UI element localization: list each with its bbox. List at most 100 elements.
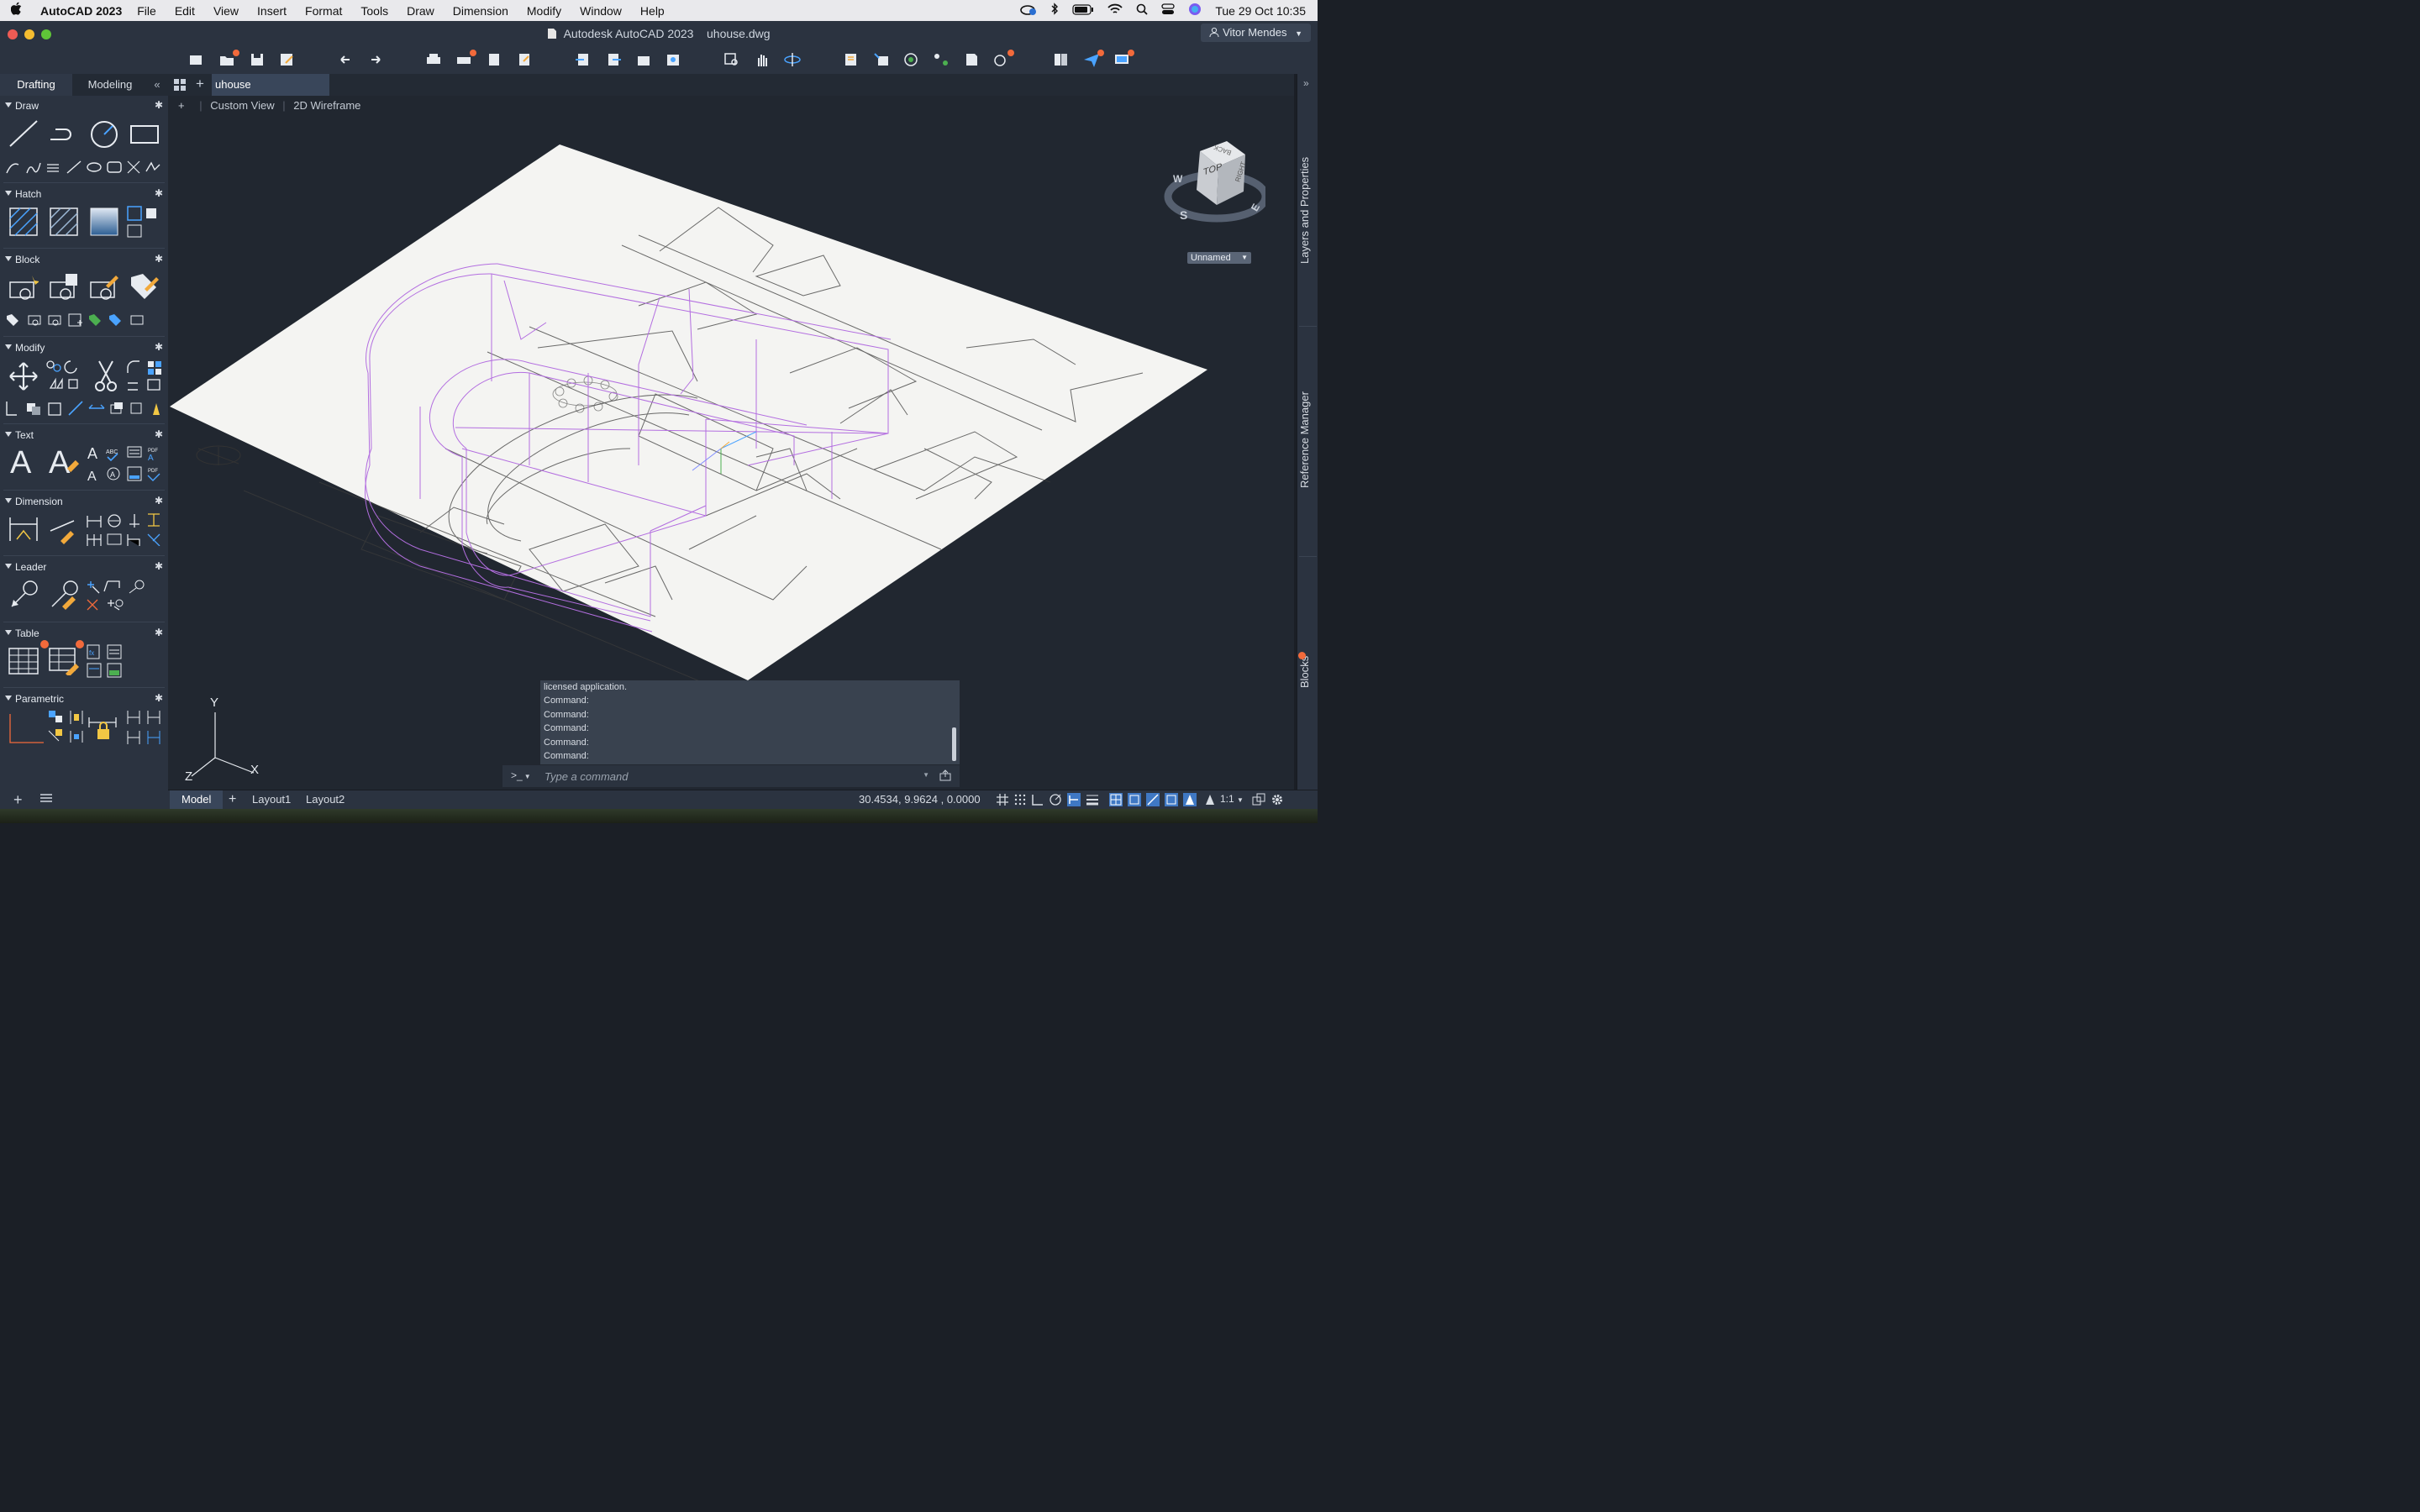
gear-icon[interactable]: ✱	[155, 560, 163, 572]
menu-view[interactable]: View	[213, 4, 239, 18]
attach-button[interactable]	[634, 51, 653, 68]
object-snap-tracking-icon[interactable]	[1067, 793, 1081, 806]
view-control-button[interactable]: Custom View	[210, 99, 274, 112]
share-command-icon[interactable]	[939, 769, 951, 785]
control-center-icon[interactable]	[1161, 3, 1175, 18]
create-block-icon[interactable]	[49, 272, 79, 302]
gear-icon[interactable]: ✱	[155, 99, 163, 111]
send-button[interactable]	[1082, 50, 1104, 68]
section-leader[interactable]: Leader ✱	[0, 559, 168, 575]
multileader-style-icon[interactable]	[49, 580, 79, 610]
save-button[interactable]	[248, 51, 266, 68]
import-button[interactable]	[574, 51, 592, 68]
gear-icon[interactable]: ✱	[155, 428, 163, 440]
menu-file[interactable]: File	[137, 4, 156, 18]
snap-icon[interactable]	[1013, 793, 1027, 806]
table-style-icon[interactable]	[49, 640, 84, 675]
new-drawing-button[interactable]	[187, 51, 205, 68]
save-as-button[interactable]	[277, 51, 296, 68]
gear-icon[interactable]: ✱	[155, 341, 163, 353]
section-hatch[interactable]: Hatch ✱	[0, 186, 168, 202]
menu-draw[interactable]: Draw	[407, 4, 434, 18]
zoom-window-tool-button[interactable]	[723, 51, 741, 68]
compare-button[interactable]	[992, 50, 1014, 68]
battery-icon[interactable]	[1072, 3, 1094, 18]
table-tool-icon[interactable]	[8, 640, 49, 675]
user-account-button[interactable]: Vitor Mendes ▼	[1201, 24, 1311, 42]
compass-west-label[interactable]: W	[1173, 173, 1182, 185]
sheet-set-button[interactable]	[1051, 51, 1070, 68]
layer-properties-button[interactable]	[842, 51, 860, 68]
ortho-icon[interactable]	[1031, 793, 1044, 806]
table-small-tools-icon[interactable]: fx	[86, 643, 126, 679]
publish-button[interactable]	[485, 51, 503, 68]
plot-button[interactable]	[424, 51, 443, 68]
apple-icon[interactable]	[0, 2, 34, 19]
rectangle-tool-icon[interactable]	[129, 123, 160, 146]
start-grid-icon[interactable]	[173, 78, 187, 96]
edit-block-icon[interactable]	[89, 272, 119, 302]
spotlight-search-icon[interactable]	[1136, 3, 1148, 18]
selection-cycling-icon[interactable]	[1128, 793, 1141, 806]
text-small-tools-icon[interactable]: A ABC PDF A A A PDF	[86, 444, 163, 484]
compass-south-label[interactable]: S	[1180, 208, 1187, 222]
command-input[interactable]: Type a command	[544, 770, 628, 783]
match-properties-button[interactable]	[872, 51, 891, 68]
leader-small-tools-icon[interactable]	[86, 578, 146, 612]
undo-button[interactable]	[336, 51, 355, 68]
transparency-icon[interactable]	[1109, 793, 1123, 806]
parametric-tools-icon[interactable]	[5, 709, 165, 746]
reference-manager-panel-tab[interactable]: Reference Manager	[1298, 388, 1315, 492]
section-text[interactable]: Text ✱	[0, 428, 168, 443]
scale-dropdown[interactable]: 1:1 ▼	[1220, 793, 1244, 805]
menu-tools[interactable]: Tools	[360, 4, 388, 18]
lineweight-icon[interactable]	[1086, 793, 1099, 806]
chevron-down-icon[interactable]: ▼	[923, 771, 929, 779]
redo-button[interactable]	[366, 51, 385, 68]
blocks-panel-tab[interactable]: Blocks	[1298, 655, 1315, 689]
display-button[interactable]	[1113, 50, 1134, 68]
tab-uhouse[interactable]: uhouse	[212, 74, 329, 96]
section-modify[interactable]: Modify ✱	[0, 340, 168, 355]
menu-modify[interactable]: Modify	[527, 4, 561, 18]
tab-layout2[interactable]: Layout2	[306, 790, 345, 809]
hatch-edit-icon[interactable]	[49, 207, 79, 237]
visual-style-button[interactable]: 2D Wireframe	[293, 99, 360, 112]
clock[interactable]: Tue 29 Oct 10:35	[1215, 4, 1306, 18]
text-style-icon[interactable]: A	[49, 445, 80, 481]
section-dimension[interactable]: Dimension ✱	[0, 494, 168, 509]
trim-scissors-icon[interactable]	[92, 360, 119, 393]
add-layout-button[interactable]: +	[229, 790, 236, 809]
dimension-small-tools-icon[interactable]	[86, 512, 163, 546]
line-tool-icon[interactable]	[8, 119, 39, 148]
new-tab-button[interactable]: +	[196, 76, 204, 92]
menu-insert[interactable]: Insert	[257, 4, 287, 18]
gear-icon[interactable]: ✱	[155, 253, 163, 265]
polyline-tool-icon[interactable]	[49, 123, 79, 146]
draw-small-tools-icon[interactable]	[5, 160, 165, 175]
boundary-tool-icon[interactable]	[126, 205, 160, 239]
section-draw[interactable]: Draw ✱	[0, 98, 168, 113]
app-menu[interactable]: AutoCAD 2023	[40, 4, 122, 18]
menu-edit[interactable]: Edit	[175, 4, 195, 18]
viewport-menu-button[interactable]: +	[178, 99, 185, 112]
pan-hand-button[interactable]	[753, 51, 771, 68]
tab-model[interactable]: Model	[170, 790, 224, 809]
circle-tool-icon[interactable]	[89, 119, 119, 150]
siri-icon[interactable]	[1188, 3, 1202, 18]
modify-tools-right-icon[interactable]	[124, 360, 163, 395]
command-history-scrollbar[interactable]	[952, 727, 956, 761]
annotation-scale-icon[interactable]	[1203, 793, 1217, 806]
modify-tools-grid-icon[interactable]	[45, 360, 82, 395]
add-palette-button[interactable]: +	[13, 791, 23, 809]
gear-icon[interactable]: ✱	[155, 187, 163, 199]
tab-drafting[interactable]: Drafting	[0, 74, 72, 96]
wifi-icon[interactable]	[1107, 3, 1123, 18]
viewcube[interactable]: TOP RIGHT BACK W S E	[1161, 136, 1270, 228]
open-drawing-button[interactable]	[218, 50, 239, 68]
export-button[interactable]	[604, 51, 623, 68]
3d-object-snap-icon[interactable]	[1146, 793, 1160, 806]
insert-block-icon[interactable]	[8, 272, 39, 302]
move-tool-icon[interactable]	[8, 361, 39, 391]
tab-layout1[interactable]: Layout1	[252, 790, 291, 809]
